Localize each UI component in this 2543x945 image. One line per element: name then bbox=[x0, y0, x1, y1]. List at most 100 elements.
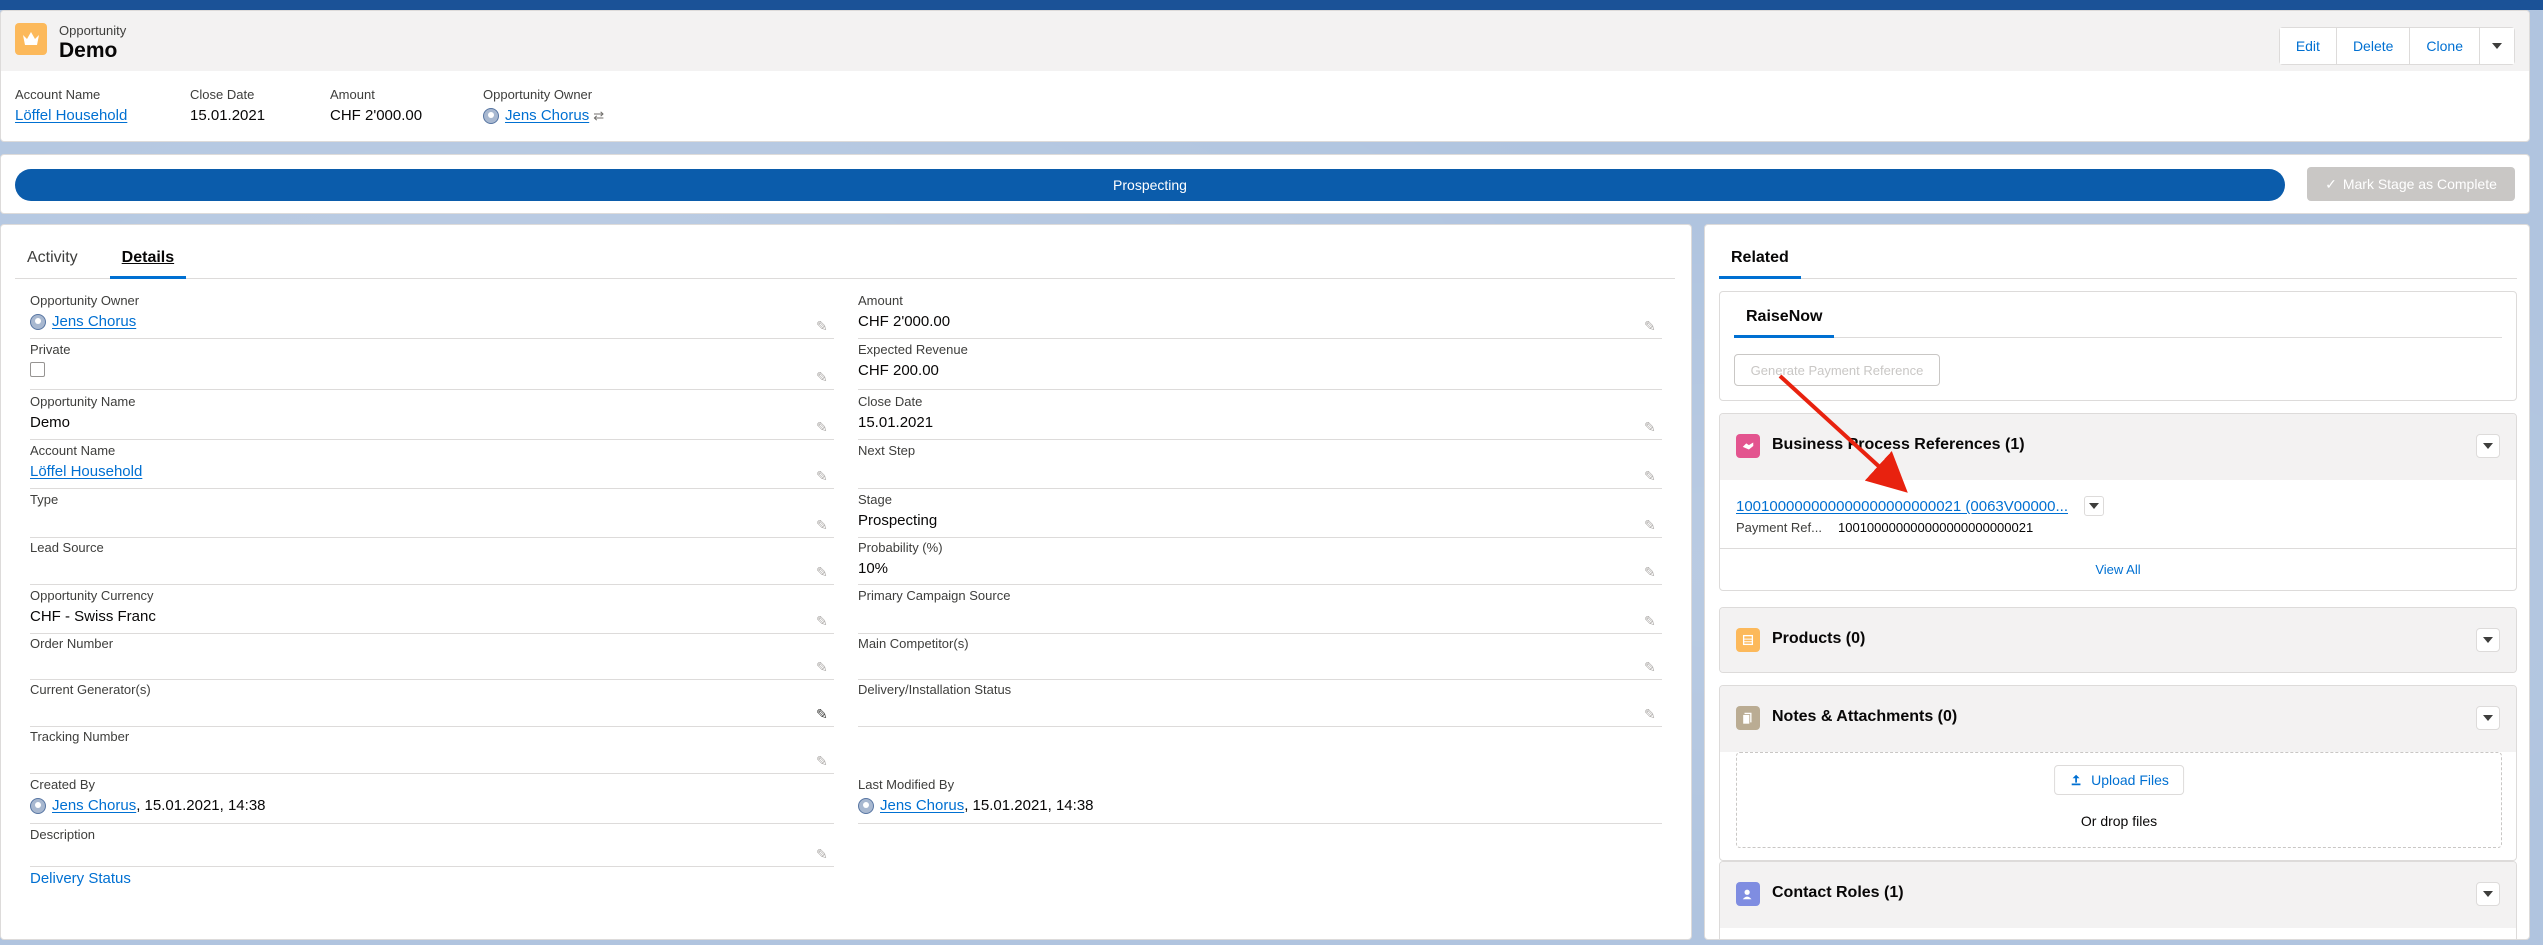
user-avatar bbox=[483, 107, 499, 124]
user-link[interactable]: Jens Chorus bbox=[880, 797, 964, 814]
related-list-menu-button[interactable] bbox=[2476, 628, 2500, 652]
path-stage-prospecting[interactable]: Prospecting bbox=[15, 169, 2285, 201]
page-background-strip bbox=[0, 0, 2543, 10]
highlight-amount: Amount CHF 2'000.00 bbox=[330, 87, 422, 124]
private-checkbox[interactable] bbox=[30, 362, 45, 377]
contact-role-icon bbox=[1736, 882, 1760, 906]
user-link[interactable]: Jens Chorus bbox=[52, 313, 136, 330]
related-list-menu-button[interactable] bbox=[2476, 882, 2500, 906]
highlight-account-name: Account Name Löffel Household bbox=[15, 87, 127, 124]
highlight-value: CHF 2'000.00 bbox=[330, 107, 423, 124]
highlight-close-date: Close Date 15.01.2021 bbox=[190, 87, 265, 124]
edit-pencil-icon[interactable]: ✎ bbox=[816, 754, 830, 768]
field-opportunity-name: Opportunity Name Demo ✎ bbox=[30, 394, 834, 440]
edit-pencil-icon[interactable]: ✎ bbox=[816, 319, 830, 333]
field-description: Description ✎ bbox=[30, 827, 834, 867]
edit-pencil-icon[interactable]: ✎ bbox=[1644, 660, 1658, 674]
clone-button[interactable]: Clone bbox=[2410, 28, 2480, 64]
field-close-date: Close Date 15.01.2021 ✎ bbox=[858, 394, 1662, 440]
edit-pencil-icon[interactable]: ✎ bbox=[1644, 614, 1658, 628]
field-label: Delivery/Installation Status bbox=[858, 682, 1012, 697]
bpr-record-link[interactable]: 100100000000000000000000021 (0063V00000.… bbox=[1736, 498, 2068, 515]
related-list-title[interactable]: Notes & Attachments (0) bbox=[1772, 708, 1957, 726]
related-list-header: Products (0) bbox=[1720, 608, 2516, 672]
field-value: Demo bbox=[30, 414, 71, 431]
edit-pencil-icon[interactable]: ✎ bbox=[816, 518, 830, 532]
edit-pencil-icon[interactable]: ✎ bbox=[1644, 518, 1658, 532]
more-actions-button[interactable] bbox=[2480, 28, 2514, 64]
chevron-down-icon bbox=[2483, 891, 2493, 897]
highlight-label: Close Date bbox=[190, 87, 255, 102]
business-process-references-list: Business Process References (1) 10010000… bbox=[1719, 413, 2517, 591]
field-label: Stage bbox=[858, 492, 892, 507]
field-label: Account Name bbox=[30, 443, 116, 458]
field-label: Current Generator(s) bbox=[30, 682, 151, 697]
edit-pencil-icon[interactable]: ✎ bbox=[816, 469, 830, 483]
field-expected-revenue: Expected Revenue CHF 200.00 bbox=[858, 342, 1662, 390]
generate-payment-reference-button[interactable]: Generate Payment Reference bbox=[1734, 354, 1940, 386]
timestamp: , 15.01.2021, 14:38 bbox=[136, 797, 266, 814]
field-label: Close Date bbox=[858, 394, 923, 409]
row-actions-button[interactable] bbox=[2084, 496, 2104, 516]
related-list-title[interactable]: Contact Roles (1) bbox=[1772, 884, 1904, 902]
edit-pencil-icon[interactable]: ✎ bbox=[816, 660, 830, 674]
file-drop-zone[interactable]: Upload Files Or drop files bbox=[1736, 752, 2502, 848]
tab-raisenow[interactable]: RaiseNow bbox=[1734, 304, 1835, 338]
tab-related[interactable]: Related bbox=[1719, 245, 1801, 279]
account-link[interactable]: Löffel Household bbox=[30, 463, 142, 480]
field-label: Description bbox=[30, 827, 96, 842]
edit-pencil-icon[interactable]: ✎ bbox=[1644, 707, 1658, 721]
related-tabs: Related bbox=[1719, 245, 2517, 279]
related-panel: Related RaiseNow Generate Payment Refere… bbox=[1704, 224, 2530, 940]
header-button-group: Edit Delete Clone bbox=[2278, 27, 2515, 65]
change-owner-icon[interactable]: ⇄ bbox=[593, 108, 604, 124]
products-list: Products (0) bbox=[1719, 607, 2517, 673]
field-value: Prospecting bbox=[858, 512, 938, 529]
tab-activity[interactable]: Activity bbox=[15, 245, 90, 279]
edit-pencil-icon[interactable]: ✎ bbox=[816, 420, 830, 434]
edit-pencil-icon[interactable]: ✎ bbox=[816, 614, 830, 628]
owner-link[interactable]: Jens Chorus bbox=[505, 107, 589, 124]
mark-stage-complete-button[interactable]: ✓ Mark Stage as Complete bbox=[2307, 167, 2515, 201]
edit-pencil-icon[interactable]: ✎ bbox=[816, 707, 830, 721]
field-label: Opportunity Currency bbox=[30, 588, 154, 603]
edit-pencil-icon[interactable]: ✎ bbox=[1644, 469, 1658, 483]
sales-path: Prospecting ✓ Mark Stage as Complete bbox=[0, 154, 2530, 214]
edit-pencil-icon[interactable]: ✎ bbox=[1644, 420, 1658, 434]
edit-pencil-icon[interactable]: ✎ bbox=[1644, 565, 1658, 579]
contact-roles-list: Contact Roles (1) bbox=[1719, 861, 2517, 939]
field-label: Lead Source bbox=[30, 540, 104, 555]
field-label: Probability (%) bbox=[858, 540, 943, 555]
field-label: Amount bbox=[858, 293, 903, 308]
delivery-status-section[interactable]: Delivery Status bbox=[30, 870, 131, 887]
related-list-title[interactable]: Business Process References (1) bbox=[1772, 436, 2025, 454]
account-name-link[interactable]: Löffel Household bbox=[15, 107, 127, 124]
delete-button[interactable]: Delete bbox=[2336, 28, 2411, 64]
related-list-title[interactable]: Products (0) bbox=[1772, 630, 1865, 648]
raisenow-tabs: RaiseNow bbox=[1734, 304, 2502, 338]
upload-files-button[interactable]: Upload Files bbox=[2054, 765, 2184, 795]
highlight-label: Account Name bbox=[15, 87, 101, 102]
highlight-owner: Opportunity Owner Jens Chorus ⇄ bbox=[483, 87, 604, 124]
edit-pencil-icon[interactable]: ✎ bbox=[816, 847, 830, 861]
edit-pencil-icon[interactable]: ✎ bbox=[816, 565, 830, 579]
field-probability: Probability (%) 10% ✎ bbox=[858, 540, 1662, 585]
field-stage: Stage Prospecting ✎ bbox=[858, 492, 1662, 538]
view-all-link[interactable]: View All bbox=[1720, 548, 2516, 590]
edit-button[interactable]: Edit bbox=[2279, 28, 2337, 64]
field-private: Private ✎ bbox=[30, 342, 834, 390]
checkmark-icon: ✓ bbox=[2325, 175, 2337, 192]
chevron-down-icon bbox=[2483, 715, 2493, 721]
field-label: Tracking Number bbox=[30, 729, 130, 744]
field-tracking-number: Tracking Number ✎ bbox=[30, 729, 834, 774]
related-list-menu-button[interactable] bbox=[2476, 706, 2500, 730]
field-value: 10% bbox=[858, 560, 889, 577]
edit-pencil-icon[interactable]: ✎ bbox=[1644, 319, 1658, 333]
tab-details[interactable]: Details bbox=[109, 245, 187, 279]
edit-pencil-icon[interactable]: ✎ bbox=[816, 370, 830, 384]
related-list-menu-button[interactable] bbox=[2476, 434, 2500, 458]
field-type: Type ✎ bbox=[30, 492, 834, 538]
user-avatar bbox=[30, 313, 46, 330]
user-link[interactable]: Jens Chorus bbox=[52, 797, 136, 814]
upload-icon bbox=[2071, 774, 2081, 786]
